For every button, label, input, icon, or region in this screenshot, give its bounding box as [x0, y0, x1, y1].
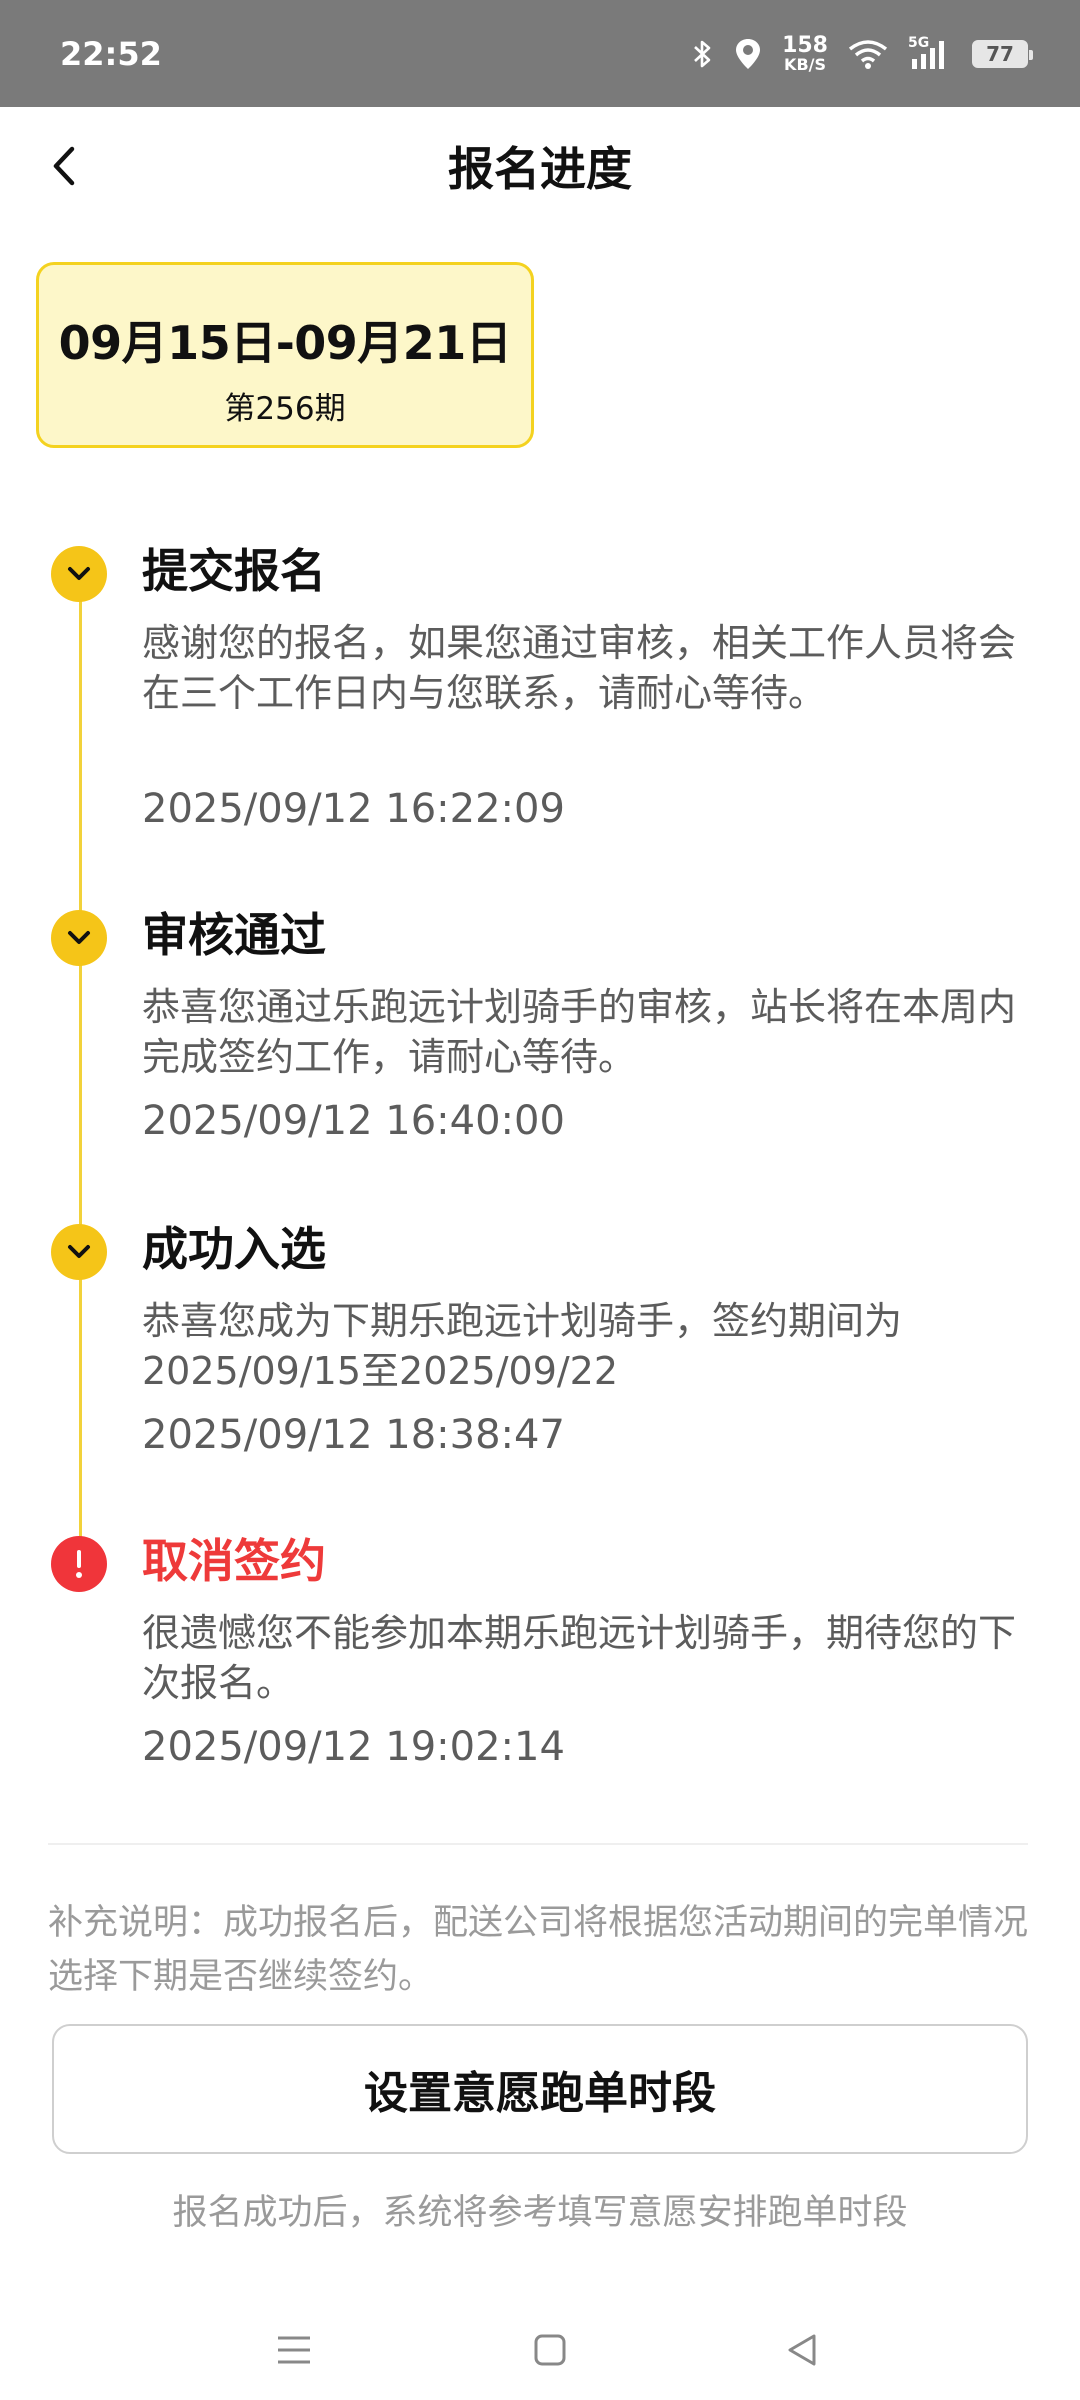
- step-time: 2025/09/12 16:22:09: [142, 786, 565, 832]
- period-issue: 第256期: [224, 391, 346, 427]
- chevron-down-icon: [68, 567, 90, 580]
- step-time: 2025/09/12 18:38:47: [142, 1412, 565, 1458]
- step-title: 审核通过: [142, 908, 326, 962]
- wifi-icon: [848, 39, 888, 69]
- header: 报名进度: [0, 107, 1080, 225]
- supplementary-note: 补充说明：成功报名后，配送公司将根据您活动期间的完单情况选择下期是否继续签约。: [48, 1903, 1029, 1997]
- net-speed: 158 KB/S: [782, 32, 828, 74]
- step-status-done: [51, 910, 107, 966]
- timeline-line: [79, 576, 82, 1560]
- signal-icon: [912, 40, 944, 69]
- step-title: 成功入选: [142, 1222, 326, 1276]
- step-description: 感谢您的报名，如果您通过审核，相关工作人员将会在三个工作日内与您联系，请耐心等待…: [142, 621, 1017, 715]
- location-icon: [736, 38, 761, 69]
- step-status-error: [51, 1536, 107, 1592]
- step-title: 提交报名: [142, 544, 326, 598]
- system-nav-bar: [0, 2300, 1080, 2400]
- system-back-button[interactable]: [780, 2328, 824, 2372]
- step-description: 恭喜您成为下期乐跑远计划骑手，签约期间为2025/09/15至2025/09/2…: [142, 1299, 903, 1393]
- step-description: 很遗憾您不能参加本期乐跑远计划骑手，期待您的下次报名。: [142, 1611, 1017, 1705]
- menu-button[interactable]: [272, 2328, 316, 2372]
- step-description: 恭喜您通过乐跑远计划骑手的审核，站长将在本周内完成签约工作，请耐心等待。: [142, 985, 1017, 1079]
- back-triangle-icon: [788, 2334, 816, 2366]
- button-hint: 报名成功后，系统将参考填写意愿安排跑单时段: [172, 2193, 908, 2233]
- net-speed-value: 158: [782, 32, 828, 58]
- step-title: 取消签约: [142, 1534, 326, 1588]
- status-bar: 22:52 158 KB/S 5G 77: [0, 0, 1080, 107]
- step-time: 2025/09/12 19:02:14: [142, 1724, 565, 1770]
- period-card: 09月15日-09月21日 第256期: [36, 262, 534, 448]
- exclamation-icon: [76, 1550, 82, 1578]
- step-status-done: [51, 1224, 107, 1280]
- set-preferred-hours-button[interactable]: 设置意愿跑单时段: [52, 2024, 1028, 2154]
- chevron-down-icon: [68, 931, 90, 944]
- net-speed-unit: KB/S: [784, 54, 827, 74]
- button-label: 设置意愿跑单时段: [364, 2068, 716, 2119]
- period-dates: 09月15日-09月21日: [58, 316, 512, 370]
- battery-level: 77: [986, 41, 1014, 66]
- status-icons: 158 KB/S 5G 77: [692, 32, 1033, 74]
- step-status-done: [51, 546, 107, 602]
- menu-icon: [278, 2336, 310, 2364]
- page-title: 报名进度: [448, 142, 632, 196]
- step-time: 2025/09/12 16:40:00: [142, 1098, 565, 1144]
- home-square-icon: [534, 2334, 566, 2366]
- signal-group: 5G: [908, 35, 952, 71]
- bluetooth-icon: [694, 40, 711, 67]
- home-button[interactable]: [528, 2328, 572, 2372]
- status-time: 22:52: [60, 34, 162, 73]
- chevron-down-icon: [68, 1245, 90, 1258]
- battery-icon: 77: [972, 39, 1033, 68]
- divider: [48, 1843, 1028, 1845]
